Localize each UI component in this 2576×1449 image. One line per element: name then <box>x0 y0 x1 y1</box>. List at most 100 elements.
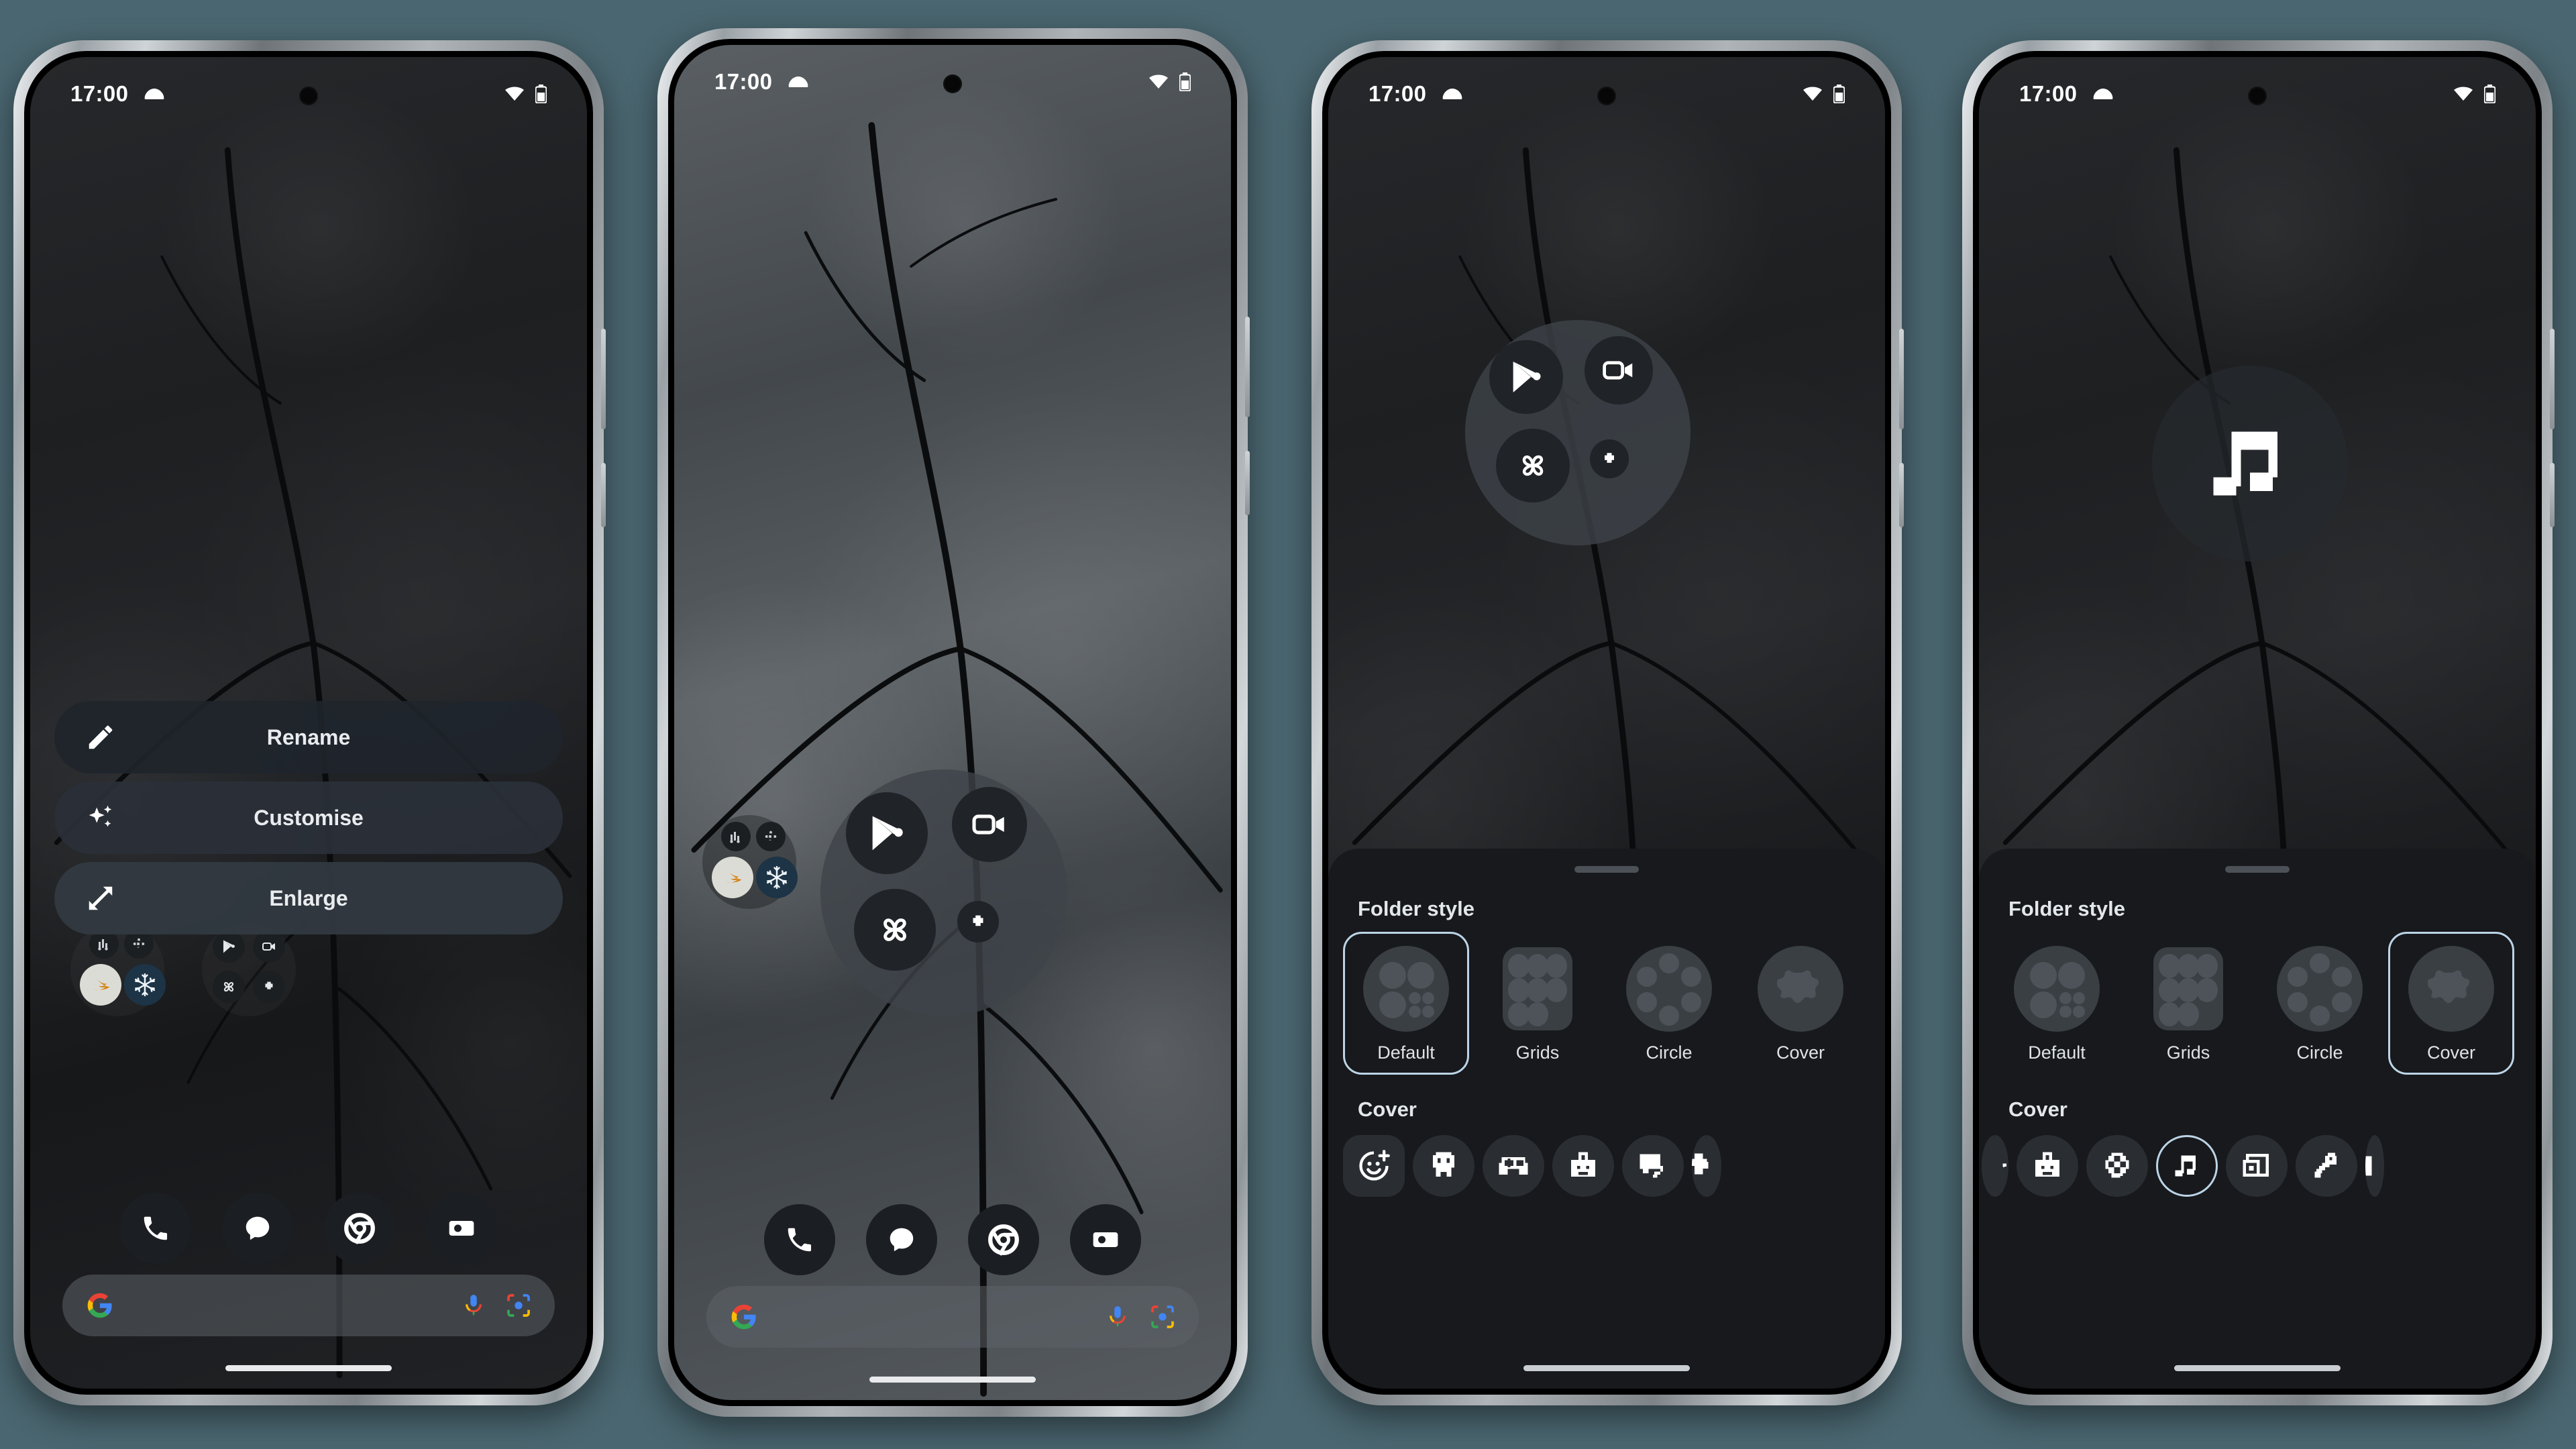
folder-style-options: Default Grids Circle Cover <box>1994 932 2536 1075</box>
google-lens-icon[interactable] <box>1149 1303 1176 1330</box>
dock-chrome-app[interactable] <box>324 1193 395 1264</box>
cover-option-briefcase[interactable] <box>1552 1135 1614 1197</box>
cover-option-puzzle-partial[interactable] <box>1692 1135 1721 1197</box>
google-search-bar[interactable] <box>62 1275 555 1336</box>
film-reel-icon <box>2105 1152 2129 1178</box>
menu-item-rename[interactable]: Rename <box>54 701 563 773</box>
style-label-circle: Circle <box>1646 1042 1693 1063</box>
style-label-grids: Grids <box>1515 1042 1560 1063</box>
cover-title: Cover <box>2008 1097 2068 1121</box>
video-camera-icon <box>972 814 1004 835</box>
style-option-default[interactable]: Default <box>1343 932 1469 1075</box>
menu-item-enlarge[interactable]: Enlarge <box>54 862 563 934</box>
folder-preview-1[interactable] <box>70 922 166 1016</box>
camera-icon <box>449 1221 474 1236</box>
cover-option-emoji-add[interactable] <box>1343 1135 1405 1197</box>
cover-icon-options <box>1979 1135 2536 1197</box>
folder-app-video[interactable] <box>1585 336 1653 405</box>
sheet-drag-handle[interactable] <box>1574 866 1639 873</box>
chrome-icon <box>344 1213 375 1244</box>
style-option-grids[interactable]: Grids <box>2125 932 2251 1075</box>
cover-option-wrench[interactable] <box>2296 1135 2357 1197</box>
power-button[interactable] <box>2550 463 2555 527</box>
phone-2: 17:00 <box>657 28 1250 1417</box>
cover-option-gamepad[interactable] <box>1483 1135 1544 1197</box>
home-folder-previews <box>70 922 296 1016</box>
photos-pinwheel-icon <box>883 918 906 941</box>
style-option-circle[interactable]: Circle <box>1606 932 1732 1075</box>
dock-camera-app[interactable] <box>426 1193 497 1264</box>
folder-app-puzzle[interactable] <box>957 901 999 943</box>
wifi-icon <box>1149 74 1168 89</box>
folder-preview-cover[interactable] <box>2152 366 2348 561</box>
cover-option-chat[interactable] <box>1622 1135 1684 1197</box>
home-indicator[interactable] <box>2174 1365 2341 1371</box>
menu-item-customise[interactable]: Customise <box>54 782 563 854</box>
style-label-circle: Circle <box>2296 1042 2343 1063</box>
volume-button[interactable] <box>601 329 606 429</box>
folder-customise-sheet: Folder style Default Grids Circle Cover … <box>1979 849 2536 1389</box>
pencil-icon <box>89 725 113 749</box>
camera-punch-hole <box>2248 87 2267 105</box>
cover-option-partial-left[interactable] <box>1982 1135 2008 1197</box>
google-lens-icon[interactable] <box>505 1292 532 1319</box>
camera-punch-hole <box>1597 87 1616 105</box>
style-option-circle[interactable]: Circle <box>2257 932 2383 1075</box>
cover-option-film-reel[interactable] <box>2086 1135 2148 1197</box>
status-time: 17:00 <box>70 81 129 106</box>
cloud-icon <box>789 76 808 87</box>
photos-frame-icon <box>2243 1153 2269 1177</box>
phone-3-screen: 17:00 Folder style Default Grids Circle … <box>1328 57 1885 1389</box>
arrows-diagonal-icon <box>89 886 113 910</box>
wallpaper-branches <box>674 45 1231 1400</box>
folder-app-photos[interactable] <box>1496 429 1570 502</box>
style-label-grids: Grids <box>2166 1042 2210 1063</box>
home-indicator[interactable] <box>869 1377 1036 1383</box>
home-indicator[interactable] <box>1523 1365 1690 1371</box>
dock-camera-app[interactable] <box>1070 1204 1141 1275</box>
folder-app-play-store[interactable] <box>1489 340 1563 414</box>
power-button[interactable] <box>601 463 606 527</box>
folder-app-photos[interactable] <box>854 889 936 971</box>
folder-preview-2[interactable] <box>202 922 296 1016</box>
folder-customise-sheet: Folder style Default Grids Circle Cover … <box>1328 849 1885 1389</box>
cover-title: Cover <box>1358 1097 1417 1121</box>
microphone-icon[interactable] <box>1105 1304 1130 1330</box>
volume-button[interactable] <box>1899 329 1904 429</box>
folder-preview-1[interactable] <box>702 815 798 909</box>
dock-messages-app[interactable] <box>222 1193 293 1264</box>
folder-app-puzzle[interactable] <box>1590 439 1629 478</box>
style-option-default[interactable]: Default <box>1994 932 2120 1075</box>
puzzle-icon <box>1692 1153 1709 1175</box>
power-button[interactable] <box>1245 451 1250 515</box>
microphone-icon[interactable] <box>461 1293 486 1318</box>
dock <box>30 1193 587 1264</box>
google-search-bar[interactable] <box>706 1286 1199 1348</box>
dock-phone-app[interactable] <box>764 1204 835 1275</box>
power-button[interactable] <box>1899 463 1904 527</box>
folder-preview-default <box>1465 320 1690 545</box>
style-option-cover[interactable]: Cover <box>2388 932 2514 1075</box>
dock-phone-app[interactable] <box>120 1193 191 1264</box>
volume-button[interactable] <box>1245 317 1250 417</box>
style-option-cover[interactable]: Cover <box>1737 932 1864 1075</box>
cover-option-partial-right[interactable] <box>2365 1135 2384 1197</box>
dock-messages-app[interactable] <box>866 1204 937 1275</box>
dock-chrome-app[interactable] <box>968 1204 1039 1275</box>
volume-button[interactable] <box>2550 329 2555 429</box>
cover-option-music-note[interactable] <box>2156 1135 2218 1197</box>
status-time: 17:00 <box>714 69 773 94</box>
cover-option-briefcase[interactable] <box>2017 1135 2078 1197</box>
cover-option-photos-frame[interactable] <box>2226 1135 2288 1197</box>
sheet-drag-handle[interactable] <box>2225 866 2290 873</box>
home-indicator[interactable] <box>225 1365 392 1371</box>
phone-3: 17:00 Folder style Default Grids Circle … <box>1311 40 1904 1405</box>
style-option-grids[interactable]: Grids <box>1474 932 1601 1075</box>
style-preview-default <box>1362 945 1450 1033</box>
app-icon-puzzle-small <box>253 971 285 1003</box>
cover-option-robot[interactable] <box>1413 1135 1474 1197</box>
battery-icon <box>2484 85 2496 103</box>
folder-app-video[interactable] <box>952 787 1027 862</box>
folder-app-play-store[interactable] <box>846 792 928 874</box>
chrome-icon <box>988 1224 1019 1256</box>
